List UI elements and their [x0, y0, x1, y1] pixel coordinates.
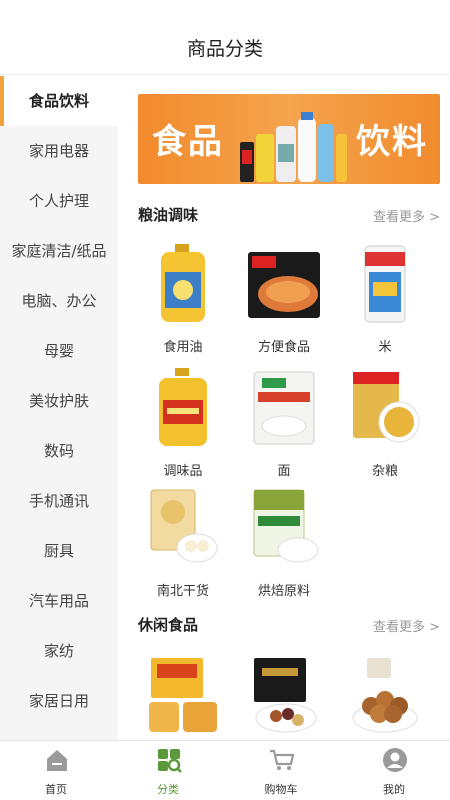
sidebar-item-textiles[interactable]: 家纺 [0, 626, 118, 676]
view-more-link[interactable]: 查看更多 > [373, 616, 440, 635]
category-sidebar[interactable]: 食品饮料 家用电器 个人护理 家庭清洁/纸品 电脑、办公 母婴 美妆护肤 数码 … [0, 76, 118, 740]
app-header: 商品分类 [0, 0, 450, 75]
category-item-macadamia[interactable] [335, 654, 435, 740]
page-title: 商品分类 [186, 38, 263, 60]
sidebar-item-cleaning-paper[interactable]: 家庭清洁/纸品 [0, 226, 118, 276]
sidebar-item-computer-office[interactable]: 电脑、办公 [0, 276, 118, 326]
category-item-rice[interactable]: 米 [335, 242, 435, 362]
tab-label: 分类 [157, 783, 179, 796]
category-item-label: 面 [277, 464, 291, 479]
dried-goods-icon [150, 489, 218, 563]
category-item-cooking-oil[interactable]: 食用油 [133, 242, 233, 362]
macadamia-nuts-icon [352, 658, 418, 733]
user-icon [383, 748, 407, 772]
seasoning-bottle-icon [159, 368, 207, 446]
category-item-noodles[interactable]: 面 [234, 366, 334, 486]
category-item-label: 南北干货 [156, 584, 209, 599]
category-item-coarse-grain[interactable]: 杂粮 [335, 366, 435, 486]
category-banner[interactable]: 食品 饮料 [138, 94, 440, 184]
tab-home[interactable]: 首页 [0, 741, 112, 800]
banner-right-text: 饮料 [356, 122, 428, 162]
category-item-label: 米 [378, 340, 392, 355]
category-item-nut-gift-box[interactable] [234, 654, 334, 740]
banner-left-text: 食品 [152, 122, 224, 162]
sidebar-item-kitchenware[interactable]: 厨具 [0, 526, 118, 576]
nut-gift-box-icon [254, 658, 317, 733]
section-title: 粮油调味 [138, 206, 199, 224]
tab-label: 首页 [45, 783, 67, 796]
sidebar-item-beauty[interactable]: 美妆护肤 [0, 376, 118, 426]
category-item-label: 调味品 [163, 464, 203, 479]
section-header-snacks: 休闲食品 查看更多 > [138, 614, 440, 638]
sidebar-item-phones[interactable]: 手机通讯 [0, 476, 118, 526]
tab-category[interactable]: 分类 [112, 741, 224, 800]
drink-bottles-icon [240, 112, 347, 182]
section-header-grain-oil: 粮油调味 查看更多 > [138, 204, 440, 228]
sidebar-item-household[interactable]: 家居日用 [0, 676, 118, 726]
category-content: 食品 饮料 粮油调味 查看更多 > 食用油 方便食品 米 调味品 面 杂粮 南北… [118, 76, 450, 740]
sidebar-item-appliances[interactable]: 家用电器 [0, 126, 118, 176]
category-item-instant-food[interactable]: 方便食品 [234, 242, 334, 362]
cake-box-icon [149, 658, 217, 732]
category-item-dried-goods[interactable]: 南北干货 [133, 486, 233, 606]
category-item-snack-cake[interactable] [133, 654, 233, 740]
flour-bag-icon [253, 371, 315, 445]
instant-noodle-icon [248, 252, 320, 318]
category-item-label: 方便食品 [257, 340, 310, 355]
oil-bottle-icon [161, 244, 205, 322]
category-item-label: 食用油 [163, 340, 203, 355]
rice-bag-icon [364, 245, 406, 323]
section-title: 休闲食品 [138, 616, 199, 634]
category-item-label: 杂粮 [371, 464, 398, 479]
sidebar-item-food-drinks[interactable]: 食品饮料 [0, 76, 118, 126]
baking-starch-icon [253, 489, 319, 563]
home-icon [47, 750, 67, 771]
category-item-label: 烘焙原料 [257, 584, 310, 599]
tab-cart[interactable]: 购物车 [225, 741, 337, 800]
tab-label: 我的 [383, 783, 405, 796]
sidebar-item-personal-care[interactable]: 个人护理 [0, 176, 118, 226]
sidebar-item-car[interactable]: 汽车用品 [0, 576, 118, 626]
grain-bag-icon [353, 372, 420, 443]
tab-profile[interactable]: 我的 [338, 741, 450, 800]
bottom-tab-bar: 首页 分类 购物车 我的 [0, 740, 450, 800]
category-item-baking[interactable]: 烘焙原料 [234, 486, 334, 606]
view-more-link[interactable]: 查看更多 > [373, 206, 440, 225]
sidebar-item-digital[interactable]: 数码 [0, 426, 118, 476]
tab-label: 购物车 [264, 783, 298, 796]
category-item-seasoning[interactable]: 调味品 [133, 366, 233, 486]
cart-icon [270, 749, 295, 770]
category-icon [158, 749, 182, 773]
sidebar-item-baby[interactable]: 母婴 [0, 326, 118, 376]
